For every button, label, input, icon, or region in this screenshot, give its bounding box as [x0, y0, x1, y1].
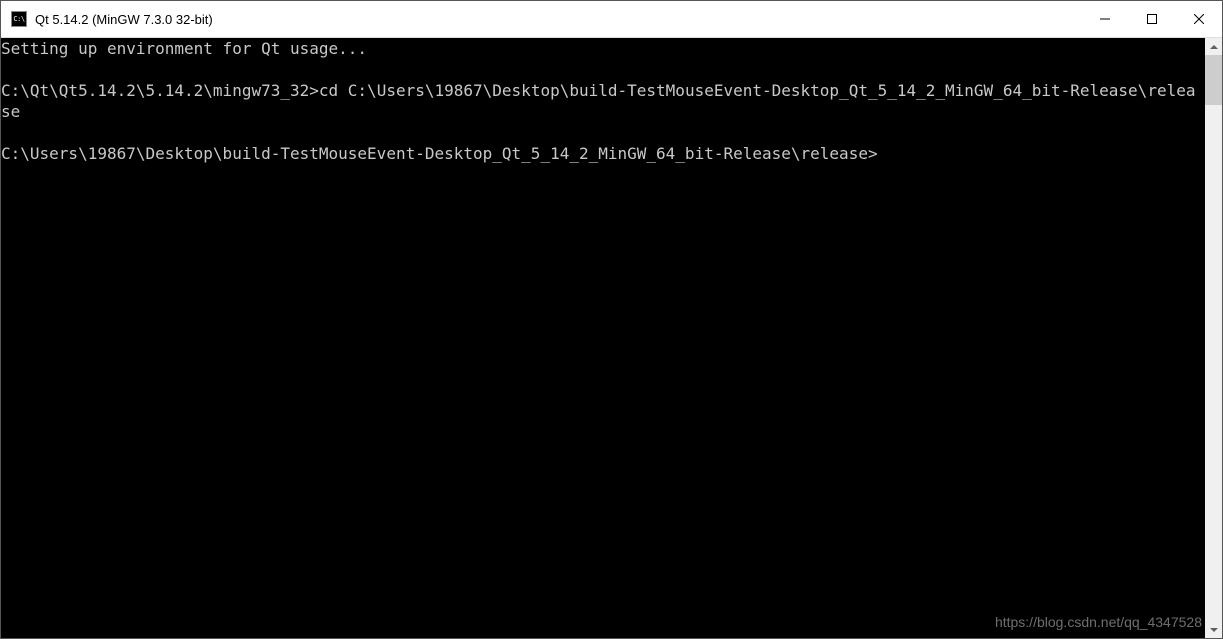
- titlebar[interactable]: C:\ Qt 5.14.2 (MinGW 7.3.0 32-bit): [1, 1, 1222, 38]
- client-area: Setting up environment for Qt usage... C…: [1, 38, 1222, 638]
- terminal-output[interactable]: Setting up environment for Qt usage... C…: [1, 38, 1205, 638]
- minimize-icon: [1100, 14, 1110, 24]
- chevron-up-icon: [1210, 45, 1218, 49]
- vertical-scrollbar[interactable]: [1205, 38, 1222, 638]
- window-controls: [1081, 1, 1222, 37]
- terminal-prompt: C:\Users\19867\Desktop\build-TestMouseEv…: [1, 144, 878, 163]
- scroll-down-arrow[interactable]: [1205, 621, 1222, 638]
- close-button[interactable]: [1175, 1, 1222, 37]
- scroll-up-arrow[interactable]: [1205, 38, 1222, 55]
- app-icon: C:\: [11, 11, 27, 27]
- scroll-track[interactable]: [1205, 55, 1222, 621]
- terminal-line: Setting up environment for Qt usage...: [1, 39, 367, 58]
- maximize-icon: [1147, 14, 1157, 24]
- window-title: Qt 5.14.2 (MinGW 7.3.0 32-bit): [35, 12, 1081, 27]
- maximize-button[interactable]: [1128, 1, 1175, 37]
- window: C:\ Qt 5.14.2 (MinGW 7.3.0 32-bit) Setti…: [0, 0, 1223, 639]
- minimize-button[interactable]: [1081, 1, 1128, 37]
- chevron-down-icon: [1210, 628, 1218, 632]
- scroll-thumb[interactable]: [1205, 55, 1222, 105]
- terminal-prompt: C:\Qt\Qt5.14.2\5.14.2\mingw73_32>: [1, 81, 319, 100]
- close-icon: [1194, 14, 1204, 24]
